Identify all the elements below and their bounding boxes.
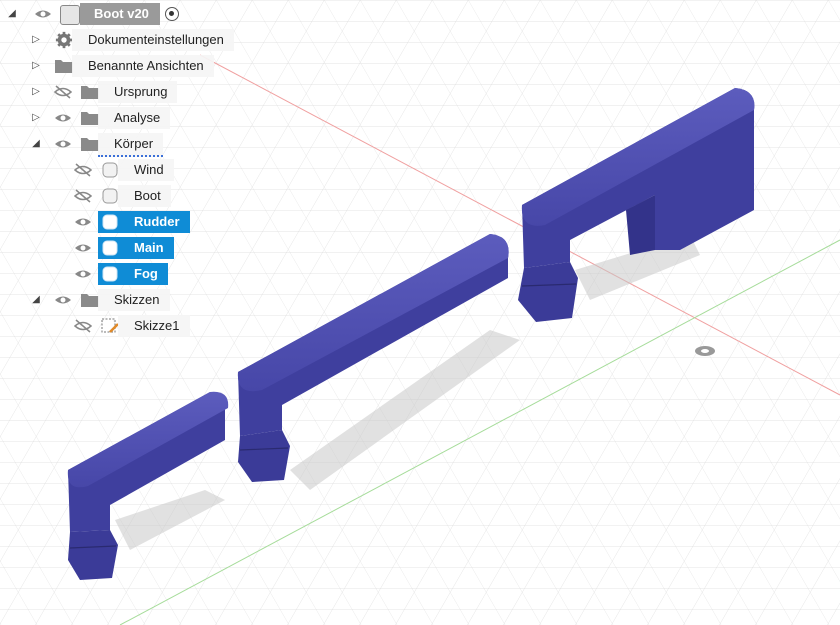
eye-icon[interactable] xyxy=(54,137,72,151)
browser-item-bodies[interactable]: ◢ Körper xyxy=(0,133,200,157)
collapse-arrow-icon[interactable]: ◢ xyxy=(30,294,42,306)
expand-arrow-icon[interactable]: ▷ xyxy=(30,60,42,72)
collapse-arrow-icon[interactable]: ◢ xyxy=(6,8,18,20)
eye-icon[interactable] xyxy=(54,111,72,125)
eye-icon[interactable] xyxy=(74,267,92,281)
eye-icon[interactable] xyxy=(74,215,92,229)
browser-item-sketches[interactable]: ◢ Skizzen xyxy=(0,289,200,311)
body-item-rudder[interactable]: Rudder xyxy=(0,211,200,233)
browser-item-label: Ursprung xyxy=(98,81,178,103)
eye-icon[interactable] xyxy=(34,7,52,21)
root-label: Boot v20 xyxy=(80,3,160,25)
eye-hidden-icon[interactable] xyxy=(74,319,92,333)
body-item-boot[interactable]: Boot xyxy=(0,185,200,207)
browser-item-analysis[interactable]: ▷ Analyse xyxy=(0,107,200,129)
eye-hidden-icon[interactable] xyxy=(74,163,92,177)
browser-root[interactable]: ◢ Boot v20 xyxy=(0,3,200,25)
browser-item-label: Dokumenteinstellungen xyxy=(72,29,234,51)
origin-marker[interactable] xyxy=(695,346,715,356)
body-item-wind[interactable]: Wind xyxy=(0,159,200,181)
sketch-item-skizze1[interactable]: Skizze1 xyxy=(0,315,200,337)
browser-panel: ◢ Boot v20 ▷ Dokumenteinstellungen ▷ Ben… xyxy=(0,0,260,340)
folder-icon xyxy=(81,138,99,151)
body-icon xyxy=(102,240,118,256)
eye-hidden-icon[interactable] xyxy=(74,189,92,203)
body-item-main[interactable]: Main xyxy=(0,237,200,259)
activate-radio-icon[interactable] xyxy=(165,7,179,21)
browser-item-label: Körper xyxy=(98,133,164,157)
browser-item-origin[interactable]: ▷ Ursprung xyxy=(0,81,200,103)
body-item-fog[interactable]: Fog xyxy=(0,263,200,285)
body-icon xyxy=(102,214,118,230)
body-item-label: Wind xyxy=(118,159,174,181)
browser-item-label: Analyse xyxy=(98,107,171,129)
sketch-icon xyxy=(101,318,119,333)
component-icon xyxy=(60,5,80,25)
body-item-label: Boot xyxy=(118,185,171,207)
body-icon xyxy=(102,188,118,204)
browser-item-named-views[interactable]: ▷ Benannte Ansichten xyxy=(0,55,240,77)
expand-arrow-icon[interactable]: ▷ xyxy=(30,34,42,46)
expand-arrow-icon[interactable]: ▷ xyxy=(30,112,42,124)
eye-icon[interactable] xyxy=(54,293,72,307)
browser-item-document-settings[interactable]: ▷ Dokumenteinstellungen xyxy=(0,29,240,51)
browser-item-label: Benannte Ansichten xyxy=(72,55,214,77)
folder-icon xyxy=(81,86,99,99)
expand-arrow-icon[interactable]: ▷ xyxy=(30,86,42,98)
folder-icon xyxy=(55,60,73,73)
eye-icon[interactable] xyxy=(74,241,92,255)
folder-icon xyxy=(81,294,99,307)
sketch-item-label: Skizze1 xyxy=(118,315,190,337)
body-icon xyxy=(102,266,118,282)
gear-icon xyxy=(55,31,73,49)
folder-icon xyxy=(81,112,99,125)
collapse-arrow-icon[interactable]: ◢ xyxy=(30,138,42,150)
body-icon xyxy=(102,162,118,178)
eye-hidden-icon[interactable] xyxy=(54,85,72,99)
browser-item-label: Skizzen xyxy=(98,289,170,311)
